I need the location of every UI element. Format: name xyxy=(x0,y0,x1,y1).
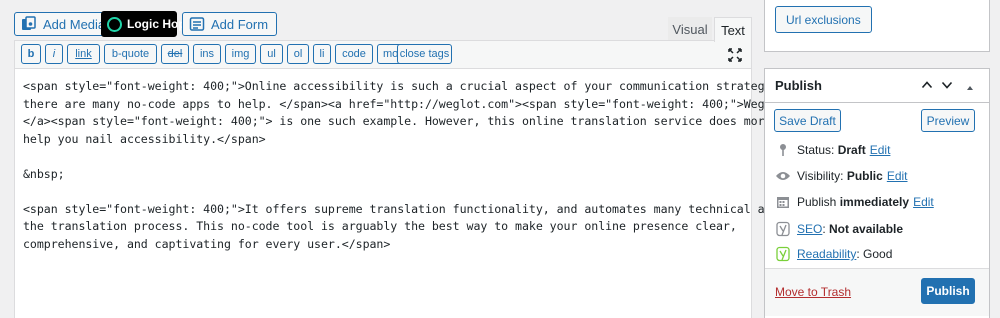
readability-row: Readability: Good xyxy=(775,245,892,263)
qt-italic-button[interactable]: i xyxy=(45,44,63,64)
seo-value: Not available xyxy=(829,222,904,236)
status-row: Status: Draft Edit xyxy=(775,141,890,159)
chevron-up-icon[interactable] xyxy=(921,79,933,94)
url-exclusions-box: Url exclusions xyxy=(764,0,990,52)
tab-visual-label: Visual xyxy=(672,22,708,37)
publish-box: Publish Save Draft Preview Status: Draft… xyxy=(764,68,990,318)
editor-line: comprehensive, and captivating for every… xyxy=(23,236,391,251)
text-editor: b i link b-quote del ins img ul ol li co… xyxy=(14,40,834,318)
add-media-button[interactable]: Add Media xyxy=(14,12,115,36)
yoast-readability-icon xyxy=(775,246,791,262)
quicktags-toolbar: b i link b-quote del ins img ul ol li co… xyxy=(15,41,751,69)
add-form-label: Add Form xyxy=(211,16,269,32)
triangle-up-icon[interactable] xyxy=(965,81,975,96)
calendar-icon xyxy=(775,194,791,210)
tab-text[interactable]: Text xyxy=(714,17,752,42)
editor-line: <span style="font-weight: 400;">Online a… xyxy=(23,79,807,93)
status-value: Draft xyxy=(837,143,866,157)
visibility-label: Visibility: xyxy=(797,169,844,183)
qt-ol-button[interactable]: ol xyxy=(287,44,309,64)
editor-line: the translation process. This no-code to… xyxy=(23,219,737,233)
publish-schedule-row: Publish immediately Edit xyxy=(775,193,934,211)
publish-schedule-label: Publish xyxy=(797,195,837,209)
editor-line: &nbsp; xyxy=(23,166,65,181)
add-media-icon xyxy=(21,16,37,32)
qt-blockquote-button[interactable]: b-quote xyxy=(104,44,157,64)
editor-line: help you nail accessibility.</span> xyxy=(23,131,266,146)
add-form-icon xyxy=(189,16,205,32)
preview-button[interactable]: Preview xyxy=(921,109,975,132)
qt-close-tags-button[interactable]: close tags xyxy=(397,44,452,64)
qt-li-button[interactable]: li xyxy=(313,44,331,64)
publish-title: Publish xyxy=(775,78,822,93)
seo-row: SEO: Not available xyxy=(775,220,903,238)
logic-hop-button[interactable]: Logic Hop xyxy=(101,11,186,37)
move-to-trash-link[interactable]: Move to Trash xyxy=(775,285,851,299)
publish-schedule-value: immediately xyxy=(839,195,910,209)
editor-content[interactable]: <span style="font-weight: 400;">Online a… xyxy=(23,78,834,253)
visibility-value: Public xyxy=(846,169,883,183)
status-edit-link[interactable]: Edit xyxy=(870,143,891,157)
qt-link-button[interactable]: link xyxy=(67,44,100,64)
publish-schedule-edit-link[interactable]: Edit xyxy=(913,195,934,209)
chevron-down-icon[interactable] xyxy=(941,79,953,94)
tab-text-label: Text xyxy=(721,22,745,38)
publish-header: Publish xyxy=(765,69,989,103)
add-form-button[interactable]: Add Form xyxy=(182,12,278,36)
readability-link[interactable]: Readability xyxy=(797,247,856,261)
status-label: Status: xyxy=(797,143,835,157)
editor-line: there are many no-code apps to help. </s… xyxy=(23,96,834,111)
qt-img-button[interactable]: img xyxy=(225,44,256,64)
publish-button[interactable]: Publish xyxy=(921,278,975,304)
tab-visual[interactable]: Visual xyxy=(668,17,712,41)
eye-icon xyxy=(775,168,791,184)
qt-ul-button[interactable]: ul xyxy=(260,44,283,64)
editor-line: </a><span style="font-weight: 400;"> is … xyxy=(23,114,807,128)
add-media-label: Add Media xyxy=(43,16,106,32)
logic-hop-label: Logic Hop xyxy=(127,17,186,31)
qt-code-button[interactable]: code xyxy=(335,44,373,64)
editor-line: <span style="font-weight: 400;">It offer… xyxy=(23,201,827,216)
save-draft-button[interactable]: Save Draft xyxy=(774,109,841,132)
visibility-edit-link[interactable]: Edit xyxy=(887,169,908,183)
logic-hop-logo xyxy=(107,16,122,32)
fullscreen-icon[interactable] xyxy=(727,47,743,66)
seo-link[interactable]: SEO xyxy=(797,222,822,236)
url-exclusions-button[interactable]: Url exclusions xyxy=(775,6,872,33)
visibility-row: Visibility: Public Edit xyxy=(775,167,908,185)
readability-value: Good xyxy=(863,247,893,261)
qt-del-button[interactable]: del xyxy=(161,44,189,64)
pin-icon xyxy=(775,142,791,158)
publish-footer: Move to Trash Publish xyxy=(765,268,989,316)
yoast-seo-icon xyxy=(775,221,791,237)
qt-ins-button[interactable]: ins xyxy=(193,44,221,64)
qt-bold-button[interactable]: b xyxy=(21,44,41,64)
